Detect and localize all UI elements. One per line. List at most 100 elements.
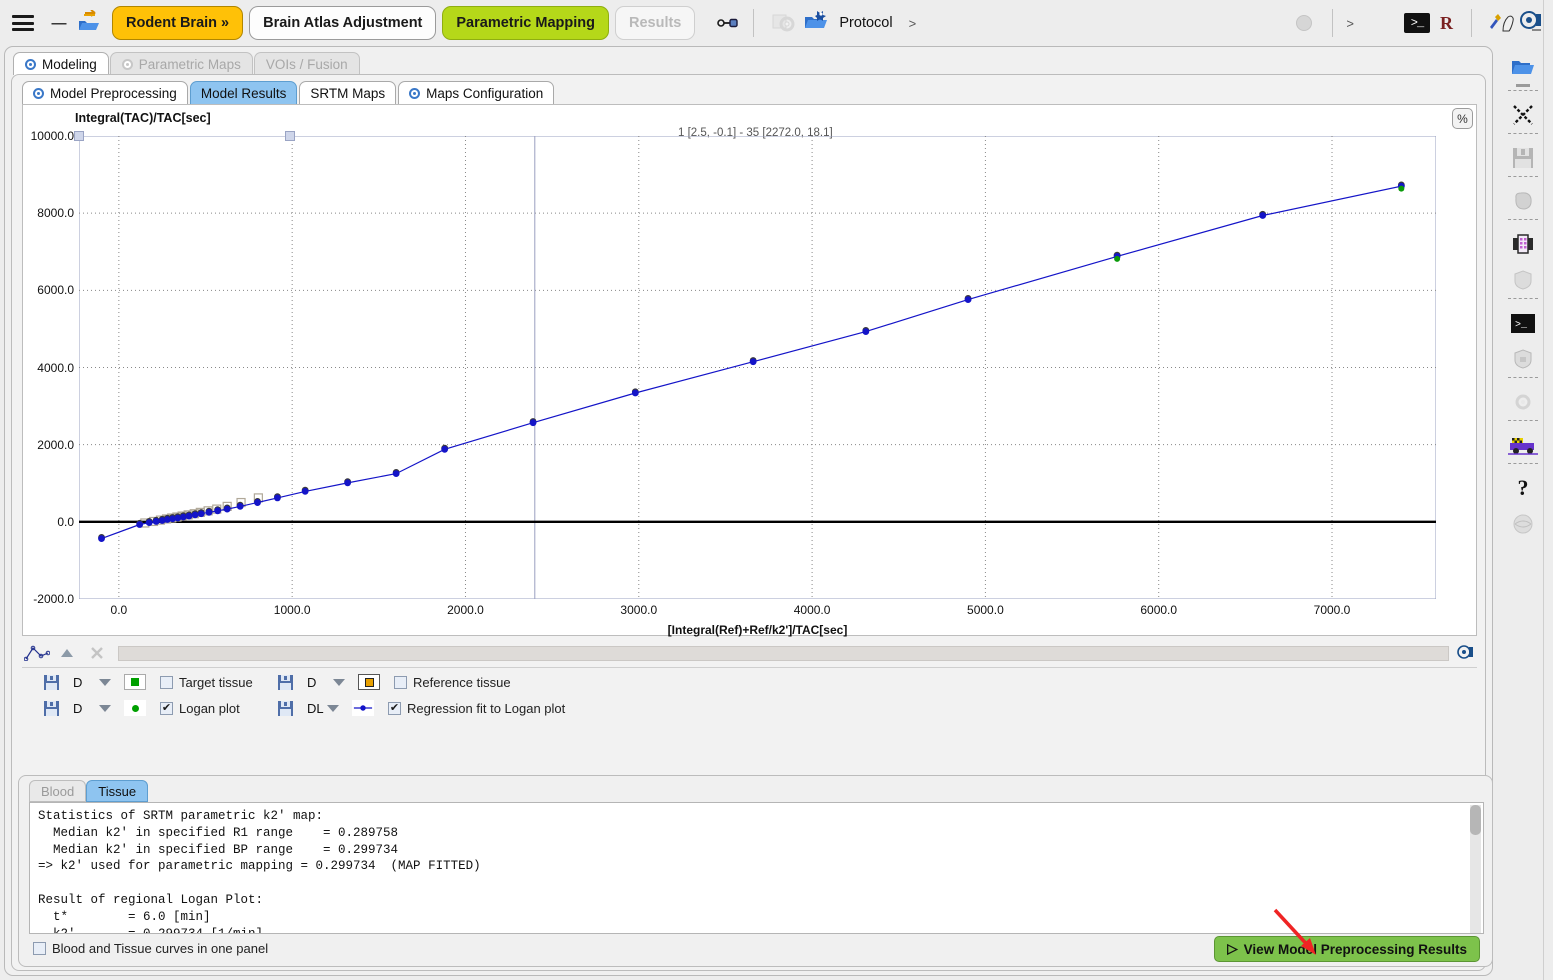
curve-name-field[interactable] xyxy=(118,645,1449,661)
nav-button-rodent-brain[interactable]: Rodent Brain » xyxy=(112,6,244,40)
sphere-icon[interactable] xyxy=(1506,509,1540,539)
chevron-right-icon-2[interactable]: > xyxy=(1346,16,1354,31)
save-disk-icon[interactable] xyxy=(1506,143,1540,173)
save-icon[interactable] xyxy=(278,700,293,716)
camera-icon-small[interactable] xyxy=(1455,643,1477,663)
sidebar-separator xyxy=(1508,176,1538,177)
chevron-right-icon[interactable]: > xyxy=(909,16,917,31)
range-slider-handle-right[interactable] xyxy=(285,131,295,141)
radio-icon xyxy=(25,58,36,70)
tab-srtm-maps[interactable]: SRTM Maps xyxy=(299,81,397,105)
chevron-down-icon[interactable] xyxy=(99,704,111,712)
curve-visibility-checkbox[interactable] xyxy=(160,675,173,689)
curve-icon[interactable] xyxy=(22,642,52,664)
shield-lock-icon[interactable] xyxy=(1506,344,1540,374)
tab-parametric-maps[interactable]: Parametric Maps xyxy=(109,52,253,75)
secondary-tab-bar: Model Preprocessing Model Results SRTM M… xyxy=(22,80,556,105)
x-tick-label: 0.0 xyxy=(110,603,128,617)
tab-tissue[interactable]: Tissue xyxy=(86,780,149,802)
toolbar-divider-2 xyxy=(1332,9,1334,37)
open-arrow-folder-icon[interactable] xyxy=(76,9,102,36)
chevron-down-icon[interactable] xyxy=(327,704,339,712)
protocol-label: Protocol xyxy=(839,15,893,31)
link-chain-icon[interactable] xyxy=(715,11,739,35)
x-tick-label: 4000.0 xyxy=(793,603,831,617)
curve-visibility-checkbox[interactable] xyxy=(160,701,173,715)
status-circle-icon[interactable] xyxy=(1296,15,1313,31)
marker-square-green[interactable] xyxy=(124,674,146,690)
tab-vois-fusion[interactable]: VOIs / Fusion xyxy=(253,52,360,75)
play-triangle-icon: ▷ xyxy=(1227,941,1238,956)
r-console-icon[interactable]: R xyxy=(1440,13,1453,34)
save-icon[interactable] xyxy=(44,674,59,690)
one-panel-checkbox-row: Blood and Tissue curves in one panel xyxy=(33,941,268,956)
save-icon[interactable] xyxy=(278,674,293,690)
curve-code: D xyxy=(73,674,83,690)
curve-visibility-checkbox[interactable] xyxy=(388,701,401,715)
terminal-icon[interactable]: >_ xyxy=(1404,13,1430,33)
sidebar-separator xyxy=(1508,463,1538,464)
percent-button[interactable]: % xyxy=(1452,108,1473,129)
tools-icon[interactable] xyxy=(1487,11,1514,35)
y-tick-label: 8000.0 xyxy=(37,206,74,221)
x-tick-label: 6000.0 xyxy=(1140,603,1178,617)
blob-shape-icon[interactable] xyxy=(1506,186,1540,216)
truck-icon[interactable] xyxy=(1506,430,1540,460)
triangle-up-icon[interactable] xyxy=(52,642,82,664)
tab-modeling[interactable]: Modeling xyxy=(13,52,109,75)
hamburger-icon[interactable] xyxy=(12,15,34,31)
view-model-preprocessing-results-button[interactable]: ▷ View Model Preprocessing Results xyxy=(1214,936,1480,962)
tab-blood[interactable]: Blood xyxy=(29,780,87,802)
nav-button-label: Parametric Mapping xyxy=(456,15,595,31)
r-label: R xyxy=(1440,12,1453,33)
tab-maps-configuration[interactable]: Maps Configuration xyxy=(398,81,555,105)
scissors-icon[interactable] xyxy=(1506,100,1540,130)
one-panel-checkbox[interactable] xyxy=(33,942,46,955)
nav-button-parametric-mapping[interactable]: Parametric Mapping xyxy=(442,6,609,40)
question-mark-icon[interactable]: ? xyxy=(1506,473,1540,503)
curve-legend-panel: D Target tissue D Reference tissue D ✔ L… xyxy=(22,667,1477,722)
top-toolbar: — Rodent Brain » Brain Atlas Adjustment … xyxy=(0,0,1553,46)
legend-row-reference-tissue: D Reference tissue xyxy=(278,670,511,694)
terminal-icon[interactable]: >_ xyxy=(1506,308,1540,338)
chevron-down-icon[interactable] xyxy=(99,678,111,686)
range-slider-handle-left[interactable] xyxy=(74,131,84,141)
nav-button-brain-atlas-adjustment[interactable]: Brain Atlas Adjustment xyxy=(249,6,437,40)
save-icon[interactable] xyxy=(44,700,59,716)
nav-button-results[interactable]: Results xyxy=(614,6,696,40)
tab-label: Tissue xyxy=(98,783,137,799)
marker-square-orange[interactable] xyxy=(358,674,380,690)
nav-button-label: Brain Atlas Adjustment xyxy=(263,15,423,31)
minimize-icon[interactable]: — xyxy=(48,15,70,32)
curve-visibility-checkbox[interactable] xyxy=(394,675,407,689)
chevron-down-icon[interactable] xyxy=(333,678,345,686)
radio-icon xyxy=(33,87,44,99)
right-sidebar: >_ ? xyxy=(1498,46,1548,976)
curve-label: Regression fit to Logan plot xyxy=(407,700,566,716)
marker-circle-green[interactable] xyxy=(124,700,146,716)
tab-model-preprocessing[interactable]: Model Preprocessing xyxy=(22,81,188,105)
camera-icon[interactable] xyxy=(1519,11,1545,35)
sidebar-separator xyxy=(1508,420,1538,421)
open-folder-icon[interactable] xyxy=(1506,52,1540,82)
protocol-folder-icon xyxy=(803,9,831,38)
nav-button-label: Results xyxy=(628,15,682,31)
gear-icon[interactable] xyxy=(770,11,796,35)
results-tab-bar: Blood Tissue xyxy=(29,780,149,802)
matrix-table-icon[interactable] xyxy=(1506,229,1540,259)
results-text-output[interactable]: Statistics of SRTM parametric k2' map: M… xyxy=(29,802,1484,934)
marker-line-dot-blue[interactable] xyxy=(352,700,374,716)
sidebar-separator xyxy=(1508,377,1538,378)
primary-tab-bar: Modeling Parametric Maps VOIs / Fusion xyxy=(13,51,361,75)
results-scrollbar[interactable] xyxy=(1470,805,1481,933)
shield-gray-icon[interactable] xyxy=(1506,265,1540,295)
y-tick-label: 6000.0 xyxy=(37,283,74,298)
close-x-icon[interactable] xyxy=(82,642,112,664)
results-scrollbar-thumb[interactable] xyxy=(1470,805,1481,835)
x-axis-title: [Integral(Ref)+Ref/k2']/TAC[sec] xyxy=(667,623,848,637)
protocol-button[interactable]: Protocol xyxy=(803,9,893,38)
x-tick-label: 1000.0 xyxy=(273,603,311,617)
tab-model-results[interactable]: Model Results xyxy=(189,81,298,105)
plot-area[interactable]: 0.0 1000.0 2000.0 3000.0 4000.0 5000.0 6000.0 7… xyxy=(31,129,1436,617)
gear-small-icon[interactable] xyxy=(1506,387,1540,417)
